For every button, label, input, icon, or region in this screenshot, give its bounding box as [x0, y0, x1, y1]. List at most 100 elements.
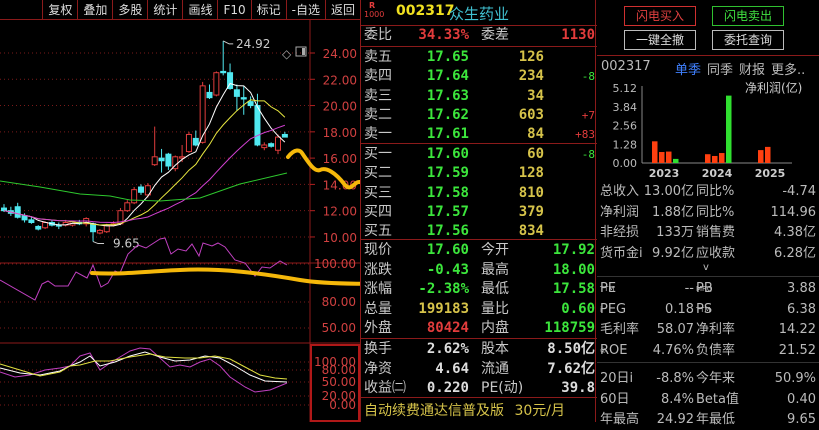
value2: 21.52	[778, 342, 816, 358]
change: +7	[581, 108, 595, 122]
r-badge: R	[369, 1, 376, 10]
fin-bar	[712, 155, 718, 163]
label2: 销售费	[696, 225, 736, 240]
candle	[165, 152, 172, 170]
fin-ytick: 0.00	[613, 157, 638, 170]
value2: 4.38亿	[774, 225, 816, 240]
value: 1.88亿	[652, 204, 694, 220]
volume: 126	[518, 49, 544, 65]
candle	[213, 71, 220, 97]
kline-chart[interactable]: ◇ 24.92 9.65 24.0022.0020.0018.0016.0014…	[0, 20, 360, 422]
ma20-line	[3, 124, 286, 224]
label: 货币金i	[600, 245, 643, 261]
flash-sell-button[interactable]: 闪电卖出	[712, 6, 784, 26]
diamond-icon[interactable]: ◇	[282, 47, 292, 61]
candle	[35, 225, 42, 231]
fin-tabs: 单季 同季 财报 更多..	[675, 59, 805, 78]
label: 买三	[364, 184, 392, 201]
value2: 50.9%	[774, 371, 816, 386]
candle	[192, 130, 199, 147]
label: 20日i	[600, 371, 634, 386]
label2: 应收款	[696, 245, 736, 261]
panel-toggle-icon-fill	[302, 48, 305, 55]
toolbar-button[interactable]: 返回	[324, 0, 360, 20]
fin-chart-title: 净利润(亿)	[745, 80, 802, 95]
finrows-row: 非经损 133万 销售费 4.38亿	[597, 223, 819, 243]
tab-same-quarter[interactable]: 同季	[707, 59, 733, 78]
label: PEG	[600, 301, 627, 317]
price-tick: 24.00	[323, 47, 357, 61]
stats-row: 总量 199183 量比 0.60	[361, 300, 597, 319]
label: 收益㈡	[364, 380, 406, 396]
ad-banner[interactable]: 自动续费通达信普及版 30元/月	[364, 400, 565, 420]
flash-buy-button[interactable]: 闪电买入	[624, 6, 696, 26]
volume: 234	[518, 68, 544, 85]
candle	[240, 85, 247, 115]
value2: 17.92	[552, 242, 595, 258]
fin-ytick: 2.56	[613, 120, 638, 133]
info-row: 净资 4.64 流通 7.62亿	[361, 360, 597, 379]
weicha-label: 委差	[481, 27, 509, 43]
label2: 最低	[481, 281, 509, 297]
volume: 60	[527, 146, 544, 162]
value: 0.220	[426, 380, 469, 396]
value: 2.62%	[426, 341, 469, 357]
weibi-value: 34.33%	[418, 27, 469, 43]
expand-icon[interactable]: v	[703, 262, 709, 273]
high-label: 24.92	[236, 37, 270, 51]
tab-quarter[interactable]: 单季	[675, 59, 701, 78]
ad-price: 30元/月	[514, 403, 565, 419]
right-panel: 闪电买入 闪电卖出 一键全撤 委托查询 002317 单季 同季 财报 更多..…	[597, 0, 819, 427]
fin-ytick: 5.12	[613, 82, 638, 95]
value2: 7.62亿	[547, 360, 595, 377]
toolbar-button[interactable]: 标记	[250, 0, 286, 20]
bids-row: 买四 17.57 379	[361, 203, 597, 222]
toolbar-button[interactable]: 复权	[42, 0, 77, 20]
value: 133万	[656, 225, 694, 240]
price-tick: 22.00	[323, 73, 357, 87]
stock-code: 002317	[396, 3, 455, 19]
label: 年最高	[600, 412, 640, 427]
label: 总收入	[600, 184, 640, 199]
toolbar-button[interactable]: 画线	[182, 0, 217, 20]
label2: 今年来	[696, 371, 736, 386]
tab-report[interactable]: 财报	[739, 59, 765, 78]
value: 9.92亿	[652, 245, 694, 261]
fin-ytick: 1.28	[613, 138, 638, 151]
stats-row: 涨跌 -0.43 最高 18.00	[361, 261, 597, 280]
value2: 118759	[544, 320, 595, 336]
change: -8	[581, 70, 595, 84]
weicha-value: 1130	[561, 27, 595, 43]
label2: 最高	[481, 261, 509, 278]
fin-bar	[765, 146, 771, 163]
fin-bar	[673, 158, 679, 163]
moving-averages	[3, 40, 286, 245]
value: 199183	[418, 300, 469, 317]
volume: 810	[518, 184, 544, 201]
toolbar-button[interactable]: 叠加	[77, 0, 112, 20]
label: 涨幅	[364, 281, 392, 297]
finrows-row: 货币金i 9.92亿 应收款 6.28亿	[597, 244, 819, 264]
toolbar-button[interactable]: -自选	[285, 0, 325, 20]
label2: Beta值	[696, 391, 739, 407]
candle	[90, 222, 97, 242]
label: 毛利率	[600, 322, 640, 337]
ma10-line	[3, 99, 286, 226]
change: +83	[575, 128, 595, 142]
indicator2-lines	[0, 347, 288, 393]
order-query-button[interactable]: 委托查询	[712, 30, 784, 50]
price: 17.59	[426, 165, 469, 182]
tab-more[interactable]: 更多..	[771, 59, 805, 78]
info-row: 换手 2.62% 股本 8.50亿	[361, 340, 597, 359]
fin-bar	[652, 141, 658, 163]
toolbar-button[interactable]: F10	[217, 0, 250, 20]
toolbar-button[interactable]: 多股	[112, 0, 147, 20]
weibi-row: 委比 34.33% 委差 1130	[361, 26, 597, 45]
cancel-all-button[interactable]: 一键全撤	[624, 30, 696, 50]
price: 17.65	[426, 49, 469, 65]
price: 17.61	[426, 126, 469, 143]
toolbar-button[interactable]: 统计	[147, 0, 182, 20]
candle	[185, 131, 192, 153]
fin-bar	[726, 95, 732, 163]
indicator-tick: 50.00	[322, 375, 356, 389]
